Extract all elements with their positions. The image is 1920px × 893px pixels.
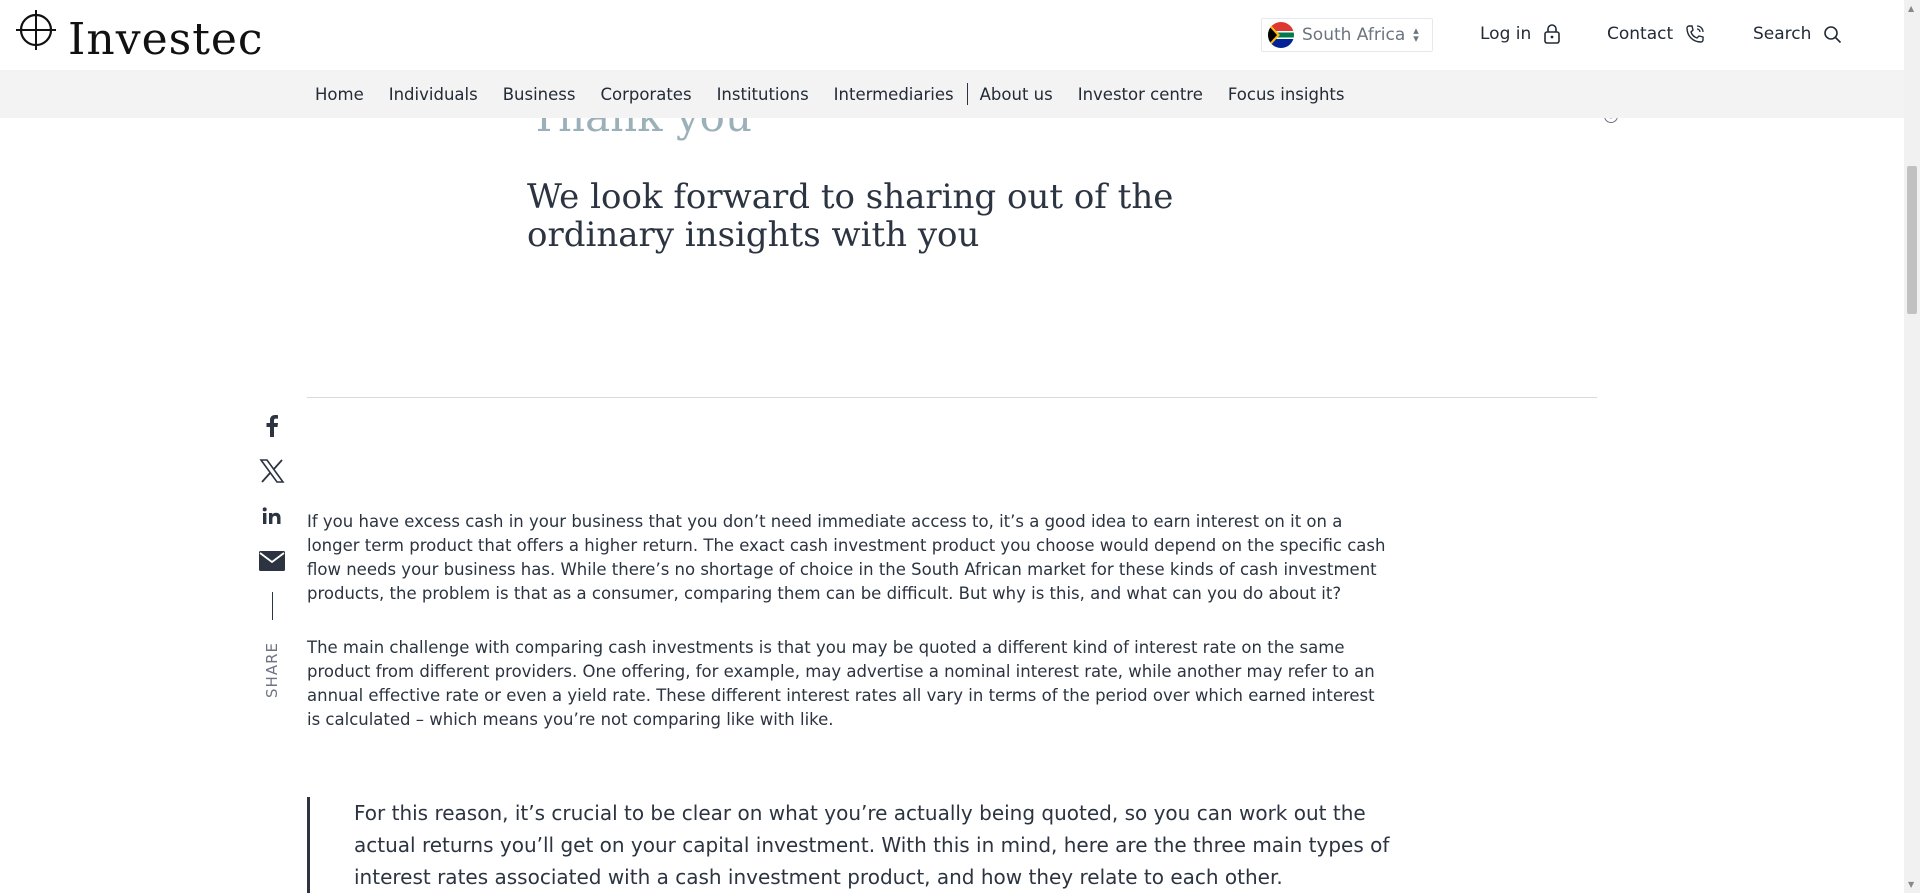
nav-item-institutions[interactable]: Institutions (717, 85, 809, 104)
scrollbar-thumb[interactable] (1907, 166, 1917, 314)
page-scrollbar[interactable]: ▲ ▼ (1904, 0, 1920, 893)
lock-icon (1543, 24, 1561, 44)
nav-item-individuals[interactable]: Individuals (389, 85, 478, 104)
contact-label: Contact (1607, 24, 1674, 44)
logo-wordmark: Investec (68, 14, 264, 65)
section-divider (307, 397, 1597, 398)
chevron-updown-icon: ▴ ▾ (1413, 24, 1419, 45)
x-icon[interactable] (256, 455, 288, 487)
nav-item-intermediaries[interactable]: Intermediaries (834, 85, 954, 104)
nav-item-corporates[interactable]: Corporates (600, 85, 691, 104)
search-label: Search (1753, 24, 1812, 44)
article-paragraph-1: If you have excess cash in your business… (307, 512, 1386, 603)
share-label: SHARE (263, 642, 281, 698)
search-link[interactable]: Search (1753, 24, 1842, 44)
main-nav: Home Individuals Business Corporates Ins… (0, 70, 1904, 118)
scroll-up-arrow-icon[interactable]: ▲ (1908, 4, 1914, 13)
nav-item-home[interactable]: Home (315, 85, 364, 104)
share-line-divider (271, 592, 273, 620)
country-selector[interactable]: South Africa ▴ ▾ (1261, 18, 1433, 52)
nav-divider (966, 83, 968, 105)
logo-crosshair-icon (16, 10, 56, 50)
nav-item-investor-centre[interactable]: Investor centre (1078, 85, 1203, 104)
country-label: South Africa (1302, 25, 1406, 45)
login-label: Log in (1480, 24, 1532, 44)
login-link[interactable]: Log in (1480, 24, 1561, 44)
south-africa-flag-icon (1268, 22, 1294, 48)
pull-quote: For this reason, it’s crucial to be clea… (307, 797, 1397, 893)
search-icon (1823, 25, 1842, 44)
nav-item-focus-insights[interactable]: Focus insights (1228, 85, 1345, 104)
contact-link[interactable]: Contact (1607, 24, 1705, 44)
site-header: Investec South Africa ▴ ▾ Log in Contact … (0, 0, 1904, 70)
scroll-down-arrow-icon[interactable]: ▼ (1908, 880, 1914, 889)
email-icon[interactable] (256, 545, 288, 577)
share-bar: SHARE (256, 410, 288, 698)
nav-item-business[interactable]: Business (503, 85, 576, 104)
linkedin-icon[interactable] (256, 500, 288, 532)
investec-logo[interactable]: Investec (14, 8, 264, 64)
article-paragraph-2: The main challenge with comparing cash i… (307, 638, 1375, 729)
phone-icon (1685, 24, 1705, 44)
facebook-icon[interactable] (256, 410, 288, 442)
nav-item-about-us[interactable]: About us (980, 85, 1053, 104)
thank-you-subtitle: We look forward to sharing out of the or… (527, 177, 1174, 255)
